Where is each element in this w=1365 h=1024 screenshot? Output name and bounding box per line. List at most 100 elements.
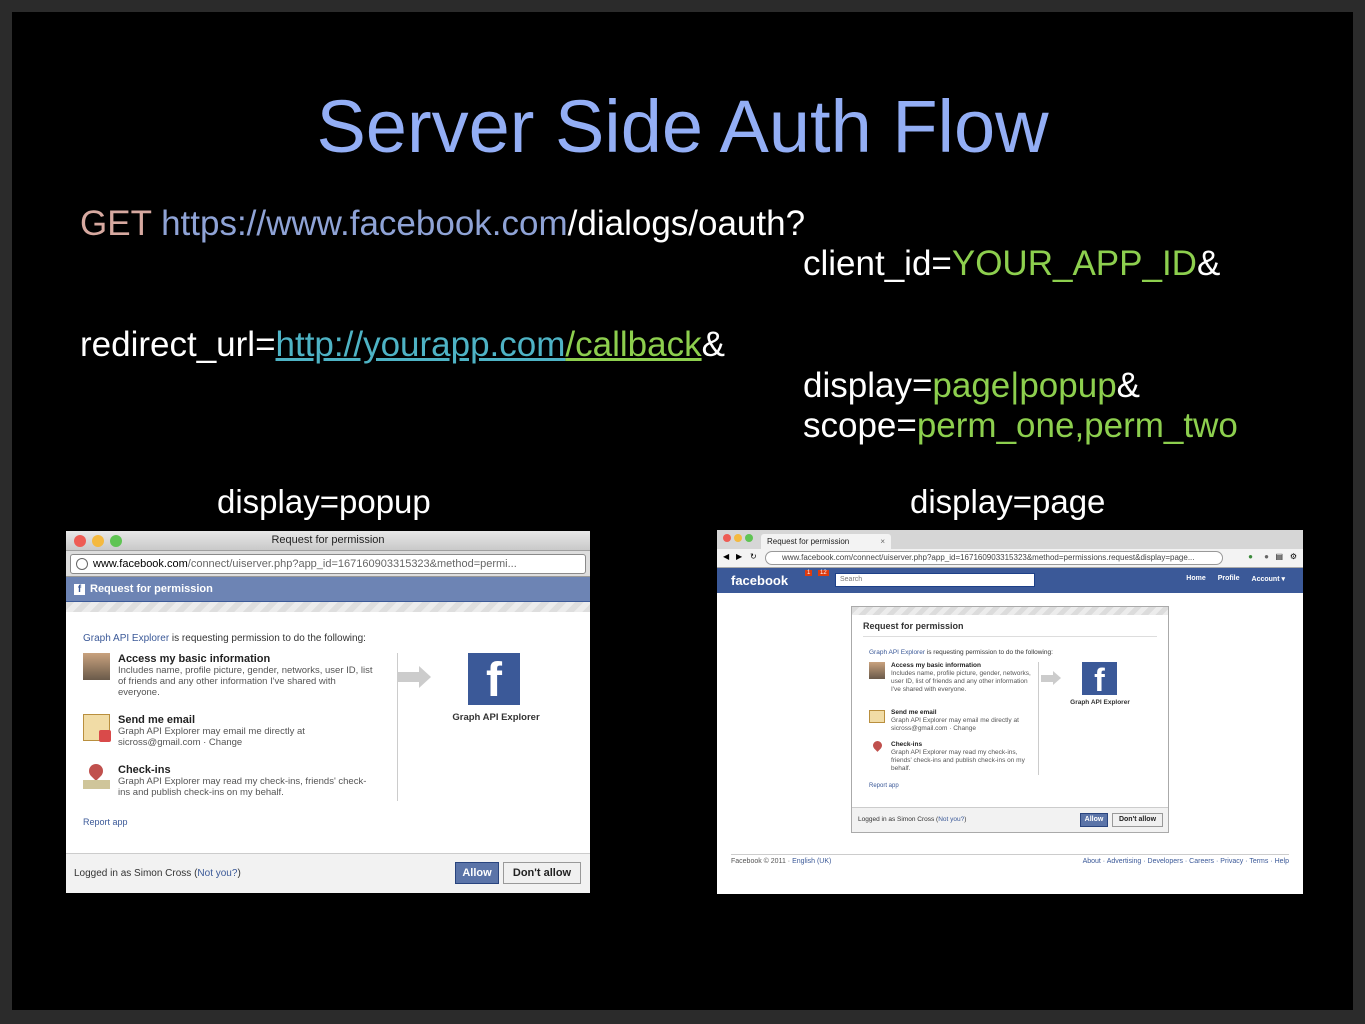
popup-window-title: Request for permission	[271, 534, 385, 546]
arrow-shaft	[1041, 675, 1053, 682]
page-intro: Graph API Explorer is requesting permiss…	[869, 649, 1053, 656]
allow-button[interactable]: Allow	[455, 862, 499, 884]
close-icon[interactable]	[723, 534, 731, 542]
popup-footer: Logged in as Simon Cross (Not you?) Allo…	[66, 853, 590, 893]
footer-copyright: Facebook © 2011 ·	[731, 858, 793, 865]
facebook-search-input[interactable]: Search	[835, 573, 1035, 587]
tab-close-icon[interactable]: ×	[880, 537, 885, 546]
url-rest: /connect/uiserver.php?app_id=16716090331…	[187, 558, 517, 570]
facebook-nav: Home Profile Account ▾	[1186, 575, 1285, 583]
redirect-path-link[interactable]: /callback	[565, 325, 701, 364]
footer-language-link[interactable]: English (UK)	[792, 858, 831, 865]
dont-allow-button[interactable]: Don't allow	[1112, 813, 1163, 827]
perm-title: Access my basic information	[891, 662, 981, 669]
request-line-1: GET https://www.facebook.com/dialogs/oau…	[80, 204, 805, 244]
logged-in-text: Logged in as Simon Cross (Not you?)	[858, 816, 966, 823]
allow-button[interactable]: Allow	[1080, 813, 1108, 827]
redirect-host-link[interactable]: http://yourapp.com	[276, 325, 566, 364]
perm-desc: Graph API Explorer may email me directly…	[118, 726, 305, 748]
display-value: page|popup	[932, 366, 1117, 405]
perm-desc: Graph API Explorer may read my check-ins…	[118, 776, 367, 798]
permission-dialog: Request for permission Graph API Explore…	[851, 606, 1169, 833]
logged-in-prefix: Logged in as Simon Cross (	[858, 816, 939, 823]
page-url-field[interactable]: www.facebook.com/connect/uiserver.php?ap…	[765, 551, 1223, 565]
popup-address-bar: www.facebook.com/connect/uiserver.php?ap…	[66, 551, 590, 577]
globe-icon	[76, 558, 88, 570]
report-app-link[interactable]: Report app	[83, 817, 128, 827]
dont-allow-button[interactable]: Don't allow	[503, 862, 581, 884]
http-method: GET	[80, 204, 152, 243]
app-name-link[interactable]: Graph API Explorer	[83, 633, 169, 644]
perm-email: Send me email Graph API Explorer may emai…	[891, 709, 1031, 733]
amp: &	[1196, 244, 1221, 283]
perm-title: Access my basic information	[118, 653, 271, 665]
scope-key: scope=	[803, 406, 917, 445]
notification-badge: 1	[805, 570, 813, 576]
facebook-app-icon: f	[468, 653, 520, 707]
browser-toolbar: ◀ ▶ ↻ www.facebook.com/connect/uiserver.…	[717, 549, 1303, 568]
perm-title: Send me email	[118, 714, 196, 726]
popup-intro: Graph API Explorer is requesting permiss…	[83, 633, 366, 644]
scope-value: perm_one,perm_two	[916, 406, 1238, 445]
nav-profile[interactable]: Profile	[1218, 575, 1240, 583]
display-key: display=	[803, 366, 933, 405]
perm-title: Send me email	[891, 709, 937, 716]
dialog-footer: Logged in as Simon Cross (Not you?) Allo…	[852, 807, 1168, 832]
nav-home[interactable]: Home	[1186, 575, 1205, 583]
extension-icon[interactable]: ●	[1264, 552, 1269, 561]
param-display: display=page|popup&	[803, 366, 1140, 406]
notification-badge: 12	[818, 570, 829, 576]
profile-picture-icon	[83, 653, 110, 680]
browser-tab[interactable]: Request for permission ×	[761, 534, 891, 549]
perm-desc: Graph API Explorer may email me directly…	[891, 717, 1019, 732]
perm-basic-info: Access my basic information Includes name…	[891, 662, 1031, 694]
report-app-link[interactable]: Report app	[869, 783, 899, 789]
param-scope: scope=perm_one,perm_two	[803, 406, 1238, 446]
page-menu-icon[interactable]: ▤	[1275, 552, 1283, 561]
profile-picture-icon	[869, 662, 885, 679]
intro-text: is requesting permission to do the follo…	[169, 633, 366, 644]
popup-window-screenshot: Request for permission www.facebook.com/…	[66, 531, 590, 893]
popup-header-text: Request for permission	[90, 583, 213, 595]
map-pin-icon	[871, 739, 884, 752]
url-host: www.facebook.com	[93, 558, 188, 570]
not-you-link[interactable]: Not you?	[197, 868, 237, 879]
app-label: Graph API Explorer	[1070, 699, 1130, 706]
facebook-logo[interactable]: facebook	[731, 573, 788, 588]
reload-icon[interactable]: ↻	[750, 552, 757, 561]
arrow-right-icon	[419, 666, 431, 688]
facebook-app-icon: f	[1082, 662, 1117, 698]
popup-url-field[interactable]: www.facebook.com/connect/uiserver.php?ap…	[70, 554, 586, 574]
client-id-value: YOUR_APP_ID	[951, 244, 1197, 283]
wrench-icon[interactable]: ⚙	[1290, 552, 1297, 561]
perm-email: Send me email Graph API Explorer may ema…	[83, 714, 373, 748]
caption-popup: display=popup	[217, 483, 431, 520]
forward-icon[interactable]: ▶	[736, 552, 742, 561]
facebook-f-icon: f	[74, 583, 85, 595]
perm-desc: Includes name, profile picture, gender, …	[118, 665, 373, 698]
app-name-link[interactable]: Graph API Explorer	[869, 649, 925, 656]
request-host: https://www.facebook.com	[161, 204, 568, 243]
arrow-right-icon	[1053, 671, 1061, 685]
not-you-link[interactable]: Not you?	[938, 816, 964, 823]
request-path: /dialogs/oauth?	[567, 204, 806, 243]
intro-text: is requesting permission to do the follo…	[925, 649, 1053, 656]
minimize-icon[interactable]	[734, 534, 742, 542]
back-icon[interactable]: ◀	[723, 552, 729, 561]
perm-checkins: Check-ins Graph API Explorer may read my …	[891, 741, 1031, 773]
footer-links[interactable]: About · Advertising · Developers · Caree…	[1083, 858, 1289, 865]
perm-desc: Graph API Explorer may read my check-ins…	[891, 749, 1025, 772]
nav-account[interactable]: Account ▾	[1252, 575, 1285, 583]
logged-in-text: Logged in as Simon Cross (Not you?)	[74, 868, 241, 879]
client-id-key: client_id=	[803, 244, 952, 283]
stripe-divider	[66, 602, 590, 612]
tab-title: Request for permission	[767, 537, 850, 546]
amp: &	[701, 325, 725, 364]
extension-icon[interactable]: ●	[1248, 552, 1253, 561]
zoom-icon[interactable]	[745, 534, 753, 542]
logged-in-prefix: Logged in as Simon Cross (	[74, 868, 198, 879]
page-footer: Facebook © 2011 · English (UK) About · A…	[731, 854, 1289, 865]
stripe-divider	[852, 607, 1168, 615]
browser-tabstrip: Request for permission ×	[717, 530, 1303, 549]
map-pin-icon	[83, 761, 110, 791]
